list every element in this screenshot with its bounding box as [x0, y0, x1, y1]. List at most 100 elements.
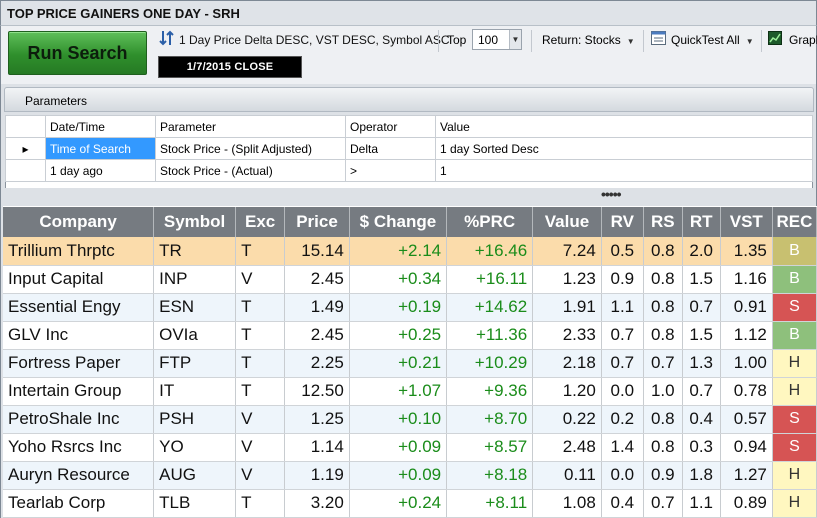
- column-header-vst[interactable]: VST: [720, 207, 773, 237]
- price-cell[interactable]: 2.25: [284, 349, 350, 378]
- rs-cell[interactable]: 0.8: [643, 321, 683, 350]
- sort-icon[interactable]: [158, 29, 176, 47]
- rt-cell[interactable]: 1.1: [682, 489, 721, 518]
- value-cell[interactable]: 0.11: [532, 461, 602, 490]
- vst-cell[interactable]: 0.89: [720, 489, 773, 518]
- rs-cell[interactable]: 0.8: [643, 433, 683, 462]
- company-cell[interactable]: Tearlab Corp: [3, 489, 155, 518]
- rv-cell[interactable]: 0.7: [601, 321, 644, 350]
- symbol-cell[interactable]: OVIa: [153, 321, 237, 350]
- vst-cell[interactable]: 1.35: [720, 237, 773, 266]
- quicktest-icon[interactable]: [651, 31, 666, 45]
- table-row[interactable]: Trillium Thrptc TR T 15.14 +2.14 +16.46 7.24 0.…: [3, 237, 817, 266]
- change-cell[interactable]: +1.07: [349, 377, 448, 406]
- parameter-operator-cell[interactable]: Delta: [345, 137, 436, 160]
- change-cell[interactable]: +0.09: [349, 433, 448, 462]
- rv-cell[interactable]: 0.7: [601, 349, 644, 378]
- table-row[interactable]: PetroShale Inc PSH V 1.25 +0.10 +8.70 0.22 0.2 0…: [3, 405, 817, 434]
- search-date-badge[interactable]: 1/7/2015 CLOSE: [158, 56, 302, 78]
- change-cell[interactable]: +0.09: [349, 461, 448, 490]
- column-header-rs[interactable]: RS: [643, 207, 683, 237]
- change-cell[interactable]: +0.34: [349, 265, 448, 294]
- column-header-parameter[interactable]: Parameter: [155, 115, 346, 138]
- recommendation-badge[interactable]: H: [772, 489, 817, 518]
- rt-cell[interactable]: 0.4: [682, 405, 721, 434]
- table-row[interactable]: Input Capital INP V 2.45 +0.34 +16.11 1.23 0.9 0…: [3, 265, 817, 294]
- rs-cell[interactable]: 0.9: [643, 461, 683, 490]
- exchange-cell[interactable]: T: [235, 489, 286, 518]
- rs-cell[interactable]: 0.8: [643, 405, 683, 434]
- percent-change-cell[interactable]: +9.36: [446, 377, 534, 406]
- symbol-cell[interactable]: INP: [153, 265, 237, 294]
- price-cell[interactable]: 3.20: [284, 489, 350, 518]
- vst-cell[interactable]: 0.91: [720, 293, 773, 322]
- column-header-exchange[interactable]: Exc: [235, 207, 286, 237]
- graph-button[interactable]: Graph: [789, 33, 817, 47]
- value-cell[interactable]: 2.18: [532, 349, 602, 378]
- symbol-cell[interactable]: TLB: [153, 489, 237, 518]
- change-cell[interactable]: +0.21: [349, 349, 448, 378]
- parameter-row[interactable]: 1 day ago Stock Price - (Actual) > 1: [5, 159, 813, 182]
- recommendation-badge[interactable]: H: [772, 349, 817, 378]
- recommendation-badge[interactable]: S: [772, 433, 817, 462]
- price-cell[interactable]: 2.45: [284, 265, 350, 294]
- company-cell[interactable]: Input Capital: [3, 265, 155, 294]
- return-type-dropdown[interactable]: Return: Stocks ▼: [542, 33, 635, 47]
- symbol-cell[interactable]: FTP: [153, 349, 237, 378]
- column-header-rv[interactable]: RV: [601, 207, 644, 237]
- table-row[interactable]: Auryn Resource AUG V 1.19 +0.09 +8.18 0.11 0.0 0…: [3, 461, 817, 490]
- rs-cell[interactable]: 0.8: [643, 265, 683, 294]
- parameter-operator-cell[interactable]: >: [345, 159, 436, 182]
- vst-cell[interactable]: 0.94: [720, 433, 773, 462]
- sort-order-label[interactable]: 1 Day Price Delta DESC, VST DESC, Symbol…: [179, 33, 450, 47]
- value-cell[interactable]: 1.91: [532, 293, 602, 322]
- column-header-value[interactable]: Value: [532, 207, 602, 237]
- company-cell[interactable]: Intertain Group: [3, 377, 155, 406]
- value-cell[interactable]: 1.23: [532, 265, 602, 294]
- price-cell[interactable]: 1.14: [284, 433, 350, 462]
- price-cell[interactable]: 1.25: [284, 405, 350, 434]
- change-cell[interactable]: +0.10: [349, 405, 448, 434]
- change-cell[interactable]: +0.19: [349, 293, 448, 322]
- rs-cell[interactable]: 0.7: [643, 349, 683, 378]
- change-cell[interactable]: +2.14: [349, 237, 448, 266]
- company-cell[interactable]: PetroShale Inc: [3, 405, 155, 434]
- exchange-cell[interactable]: T: [235, 349, 286, 378]
- recommendation-badge[interactable]: H: [772, 377, 817, 406]
- quicktest-dropdown[interactable]: QuickTest All ▼: [671, 33, 754, 47]
- symbol-cell[interactable]: TR: [153, 237, 237, 266]
- rt-cell[interactable]: 0.7: [682, 293, 721, 322]
- chevron-down-icon[interactable]: ▼: [509, 30, 521, 49]
- rt-cell[interactable]: 0.7: [682, 377, 721, 406]
- rv-cell[interactable]: 0.4: [601, 489, 644, 518]
- rt-cell[interactable]: 1.5: [682, 321, 721, 350]
- value-cell[interactable]: 0.22: [532, 405, 602, 434]
- rs-cell[interactable]: 0.8: [643, 293, 683, 322]
- vst-cell[interactable]: 1.00: [720, 349, 773, 378]
- value-cell[interactable]: 2.48: [532, 433, 602, 462]
- rv-cell[interactable]: 0.0: [601, 461, 644, 490]
- price-cell[interactable]: 1.19: [284, 461, 350, 490]
- table-row[interactable]: Yoho Rsrcs Inc YO V 1.14 +0.09 +8.57 2.48 1.4 0.…: [3, 433, 817, 462]
- symbol-cell[interactable]: YO: [153, 433, 237, 462]
- exchange-cell[interactable]: T: [235, 321, 286, 350]
- run-search-button[interactable]: Run Search: [8, 31, 147, 75]
- vst-cell[interactable]: 1.27: [720, 461, 773, 490]
- percent-change-cell[interactable]: +8.57: [446, 433, 534, 462]
- parameter-row[interactable]: ▸ Time of Search Stock Price - (Split Ad…: [5, 137, 813, 160]
- company-cell[interactable]: Yoho Rsrcs Inc: [3, 433, 155, 462]
- column-header-rec[interactable]: REC: [772, 207, 817, 237]
- company-cell[interactable]: Trillium Thrptc: [3, 237, 155, 266]
- percent-change-cell[interactable]: +14.62: [446, 293, 534, 322]
- vst-cell[interactable]: 1.12: [720, 321, 773, 350]
- change-cell[interactable]: +0.24: [349, 489, 448, 518]
- column-header-datetime[interactable]: Date/Time: [45, 115, 156, 138]
- exchange-cell[interactable]: V: [235, 405, 286, 434]
- rv-cell[interactable]: 0.5: [601, 237, 644, 266]
- rv-cell[interactable]: 1.4: [601, 433, 644, 462]
- price-cell[interactable]: 2.45: [284, 321, 350, 350]
- symbol-cell[interactable]: PSH: [153, 405, 237, 434]
- rt-cell[interactable]: 2.0: [682, 237, 721, 266]
- symbol-cell[interactable]: AUG: [153, 461, 237, 490]
- percent-change-cell[interactable]: +16.11: [446, 265, 534, 294]
